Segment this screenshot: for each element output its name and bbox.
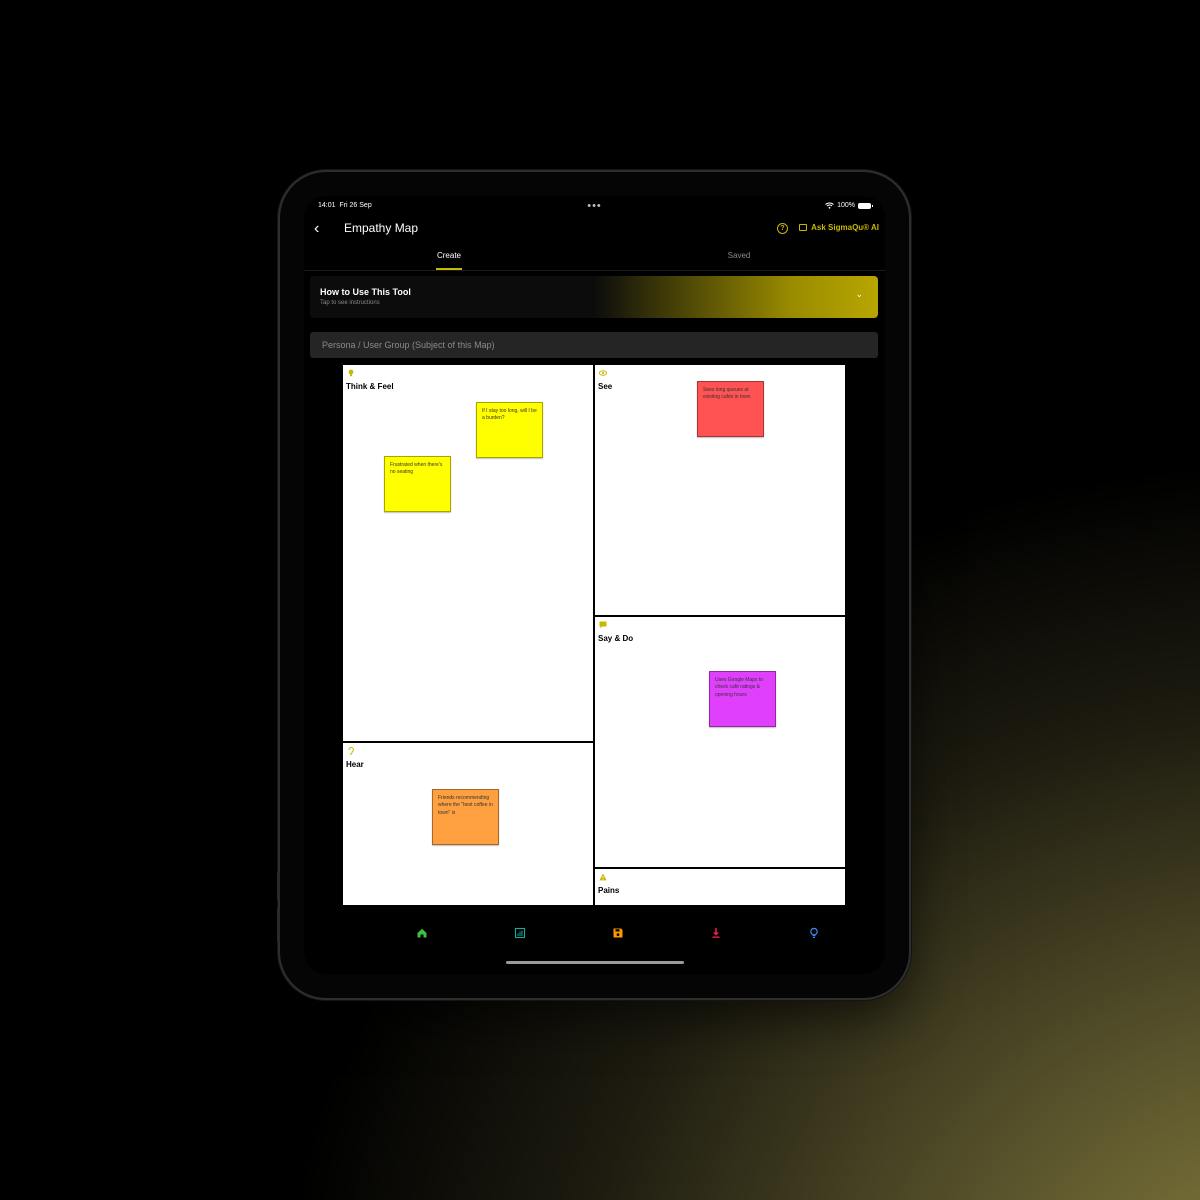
quadrant-see[interactable]: See Sees long queues at existing cafés i… (595, 365, 845, 615)
wifi-icon (825, 202, 834, 209)
home-icon[interactable] (415, 926, 429, 940)
nav-bar: ‹ Empathy Map ? Ask SigmaQu® AI (304, 218, 885, 244)
tab-create[interactable]: Create (304, 251, 594, 260)
page-title: Empathy Map (344, 221, 419, 235)
multitasking-dots[interactable]: ••• (587, 200, 602, 212)
sticky-note[interactable]: Frustrated when there's no seating (384, 456, 451, 512)
side-button-bottom (277, 908, 280, 942)
back-button[interactable]: ‹ (314, 220, 319, 238)
persona-input[interactable]: Persona / User Group (Subject of this Ma… (310, 332, 878, 358)
quadrant-label: Pains (598, 886, 620, 895)
help-icon[interactable]: ? (777, 223, 788, 234)
warning-icon (599, 873, 607, 881)
chart-icon[interactable] (513, 926, 527, 940)
download-icon[interactable] (709, 926, 723, 940)
sticky-note[interactable]: Friends recommending where the "best cof… (432, 789, 499, 845)
bottom-toolbar (304, 926, 885, 946)
battery-percent: 100% (837, 202, 855, 209)
speech-bubble-icon (599, 621, 607, 629)
lightbulb-icon[interactable] (807, 926, 821, 940)
battery-icon (858, 202, 873, 209)
quadrant-label: Think & Feel (346, 382, 394, 391)
ask-ai-button[interactable]: Ask SigmaQu® AI (799, 223, 879, 232)
lightbulb-icon (348, 369, 354, 377)
sticky-note[interactable]: If I stay too long, will I be a burden? (476, 402, 543, 458)
quadrant-label: Hear (346, 760, 364, 769)
active-tab-indicator (436, 268, 462, 270)
tablet-device: 14:01 Fri 26 Sep ••• 100% ‹ Empathy Map … (277, 172, 909, 998)
sticky-note[interactable]: Uses Google Maps to check café ratings &… (709, 671, 776, 727)
status-time: 14:01 Fri 26 Sep (318, 202, 372, 209)
tab-saved[interactable]: Saved (594, 251, 884, 260)
app-screen: 14:01 Fri 26 Sep ••• 100% ‹ Empathy Map … (304, 196, 885, 974)
status-bar: 14:01 Fri 26 Sep ••• 100% (318, 200, 873, 216)
status-right: 100% (825, 202, 873, 209)
tab-bar: Create Saved (304, 246, 885, 271)
quadrant-pains[interactable]: Pains (595, 869, 845, 905)
ask-ai-label: Ask SigmaQu® AI (811, 223, 879, 232)
how-to-title: How to Use This Tool (320, 287, 411, 297)
ear-icon (348, 747, 354, 755)
home-indicator[interactable] (505, 961, 684, 964)
quadrant-think-feel[interactable]: Think & Feel If I stay too long, will I … (343, 365, 593, 741)
save-icon[interactable] (611, 926, 625, 940)
side-button-top (277, 872, 280, 900)
how-to-subtitle: Tap to see instructions (320, 300, 380, 306)
quadrant-say-do[interactable]: Say & Do Uses Google Maps to check café … (595, 617, 845, 867)
eye-icon (599, 370, 607, 376)
quadrant-label: See (598, 382, 613, 391)
how-to-panel[interactable]: How to Use This Tool Tap to see instruct… (310, 276, 878, 318)
quadrant-label: Say & Do (598, 634, 634, 643)
chat-icon (799, 224, 808, 231)
empathy-map-canvas: Think & Feel If I stay too long, will I … (343, 365, 845, 905)
quadrant-hear[interactable]: Hear Friends recommending where the "bes… (343, 743, 593, 905)
chevron-down-icon[interactable]: ⌄ (855, 289, 863, 300)
sticky-note[interactable]: Sees long queues at existing cafés in to… (697, 381, 764, 437)
